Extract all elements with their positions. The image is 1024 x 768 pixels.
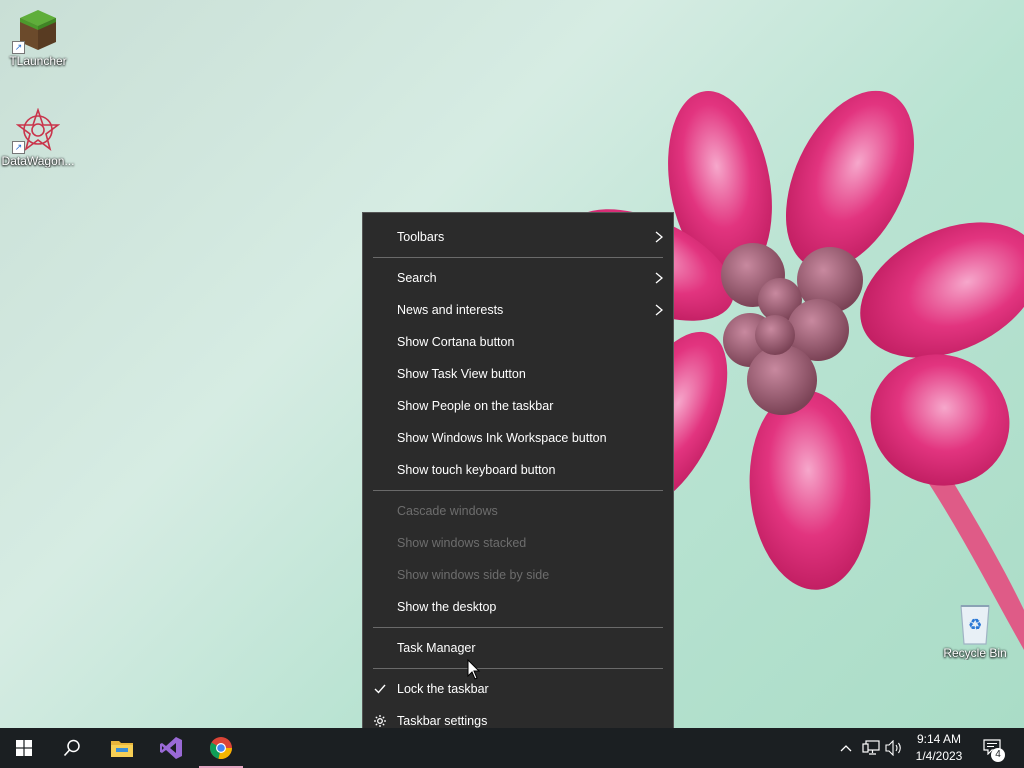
menu-item-label: News and interests [397, 303, 504, 317]
clock-time: 9:14 AM [916, 732, 962, 746]
menu-item-label: Task Manager [397, 641, 476, 655]
clock[interactable]: 9:14 AM 1/4/2023 [905, 731, 973, 765]
menu-item-label: Show touch keyboard button [397, 463, 556, 477]
minecraft-grass-block-icon: ↗ [12, 8, 60, 54]
chevron-right-icon [655, 272, 663, 284]
menu-item-show-windows-side-by-side: Show windows side by side [363, 560, 673, 590]
menu-item-show-ink-workspace[interactable]: Show Windows Ink Workspace button [363, 423, 673, 453]
network-wired-icon [862, 740, 880, 755]
menu-item-label: Toolbars [397, 230, 445, 244]
start-icon [16, 740, 32, 756]
menu-item-label: Show People on the taskbar [397, 399, 554, 413]
start-button[interactable] [0, 728, 48, 768]
menu-item-show-desktop[interactable]: Show the desktop [363, 592, 673, 622]
menu-separator [373, 490, 663, 491]
menu-item-show-task-view[interactable]: Show Task View button [363, 359, 673, 389]
volume-button[interactable] [884, 728, 904, 768]
menu-item-label: Show Task View button [397, 367, 526, 381]
menu-item-toolbars[interactable]: Toolbars [363, 222, 673, 252]
menu-item-cascade-windows: Cascade windows [363, 496, 673, 526]
menu-item-task-manager[interactable]: Task Manager [363, 633, 673, 663]
menu-separator [373, 257, 663, 258]
menu-separator [373, 627, 663, 628]
clock-date: 1/4/2023 [915, 749, 963, 763]
datawagon-logo-icon: ↗ [12, 107, 61, 154]
menu-item-label: Show Windows Ink Workspace button [397, 431, 607, 445]
desktop-icon-datawagon[interactable]: ↗ DataWagon... [0, 107, 76, 168]
search-icon [63, 739, 80, 757]
menu-item-label: Show Cortana button [397, 335, 515, 349]
checkmark-icon [374, 684, 386, 694]
network-status-button[interactable] [860, 728, 882, 768]
mouse-cursor-icon [467, 659, 481, 680]
notification-count-badge: 4 [991, 748, 1005, 762]
file-explorer-button[interactable] [98, 728, 146, 768]
menu-item-search[interactable]: Search [363, 263, 673, 293]
taskbar-context-menu: Toolbars Search News and interests Show … [362, 212, 674, 745]
menu-item-news-and-interests[interactable]: News and interests [363, 295, 673, 325]
chevron-right-icon [655, 231, 663, 243]
menu-separator [373, 668, 663, 669]
desktop-icon-recycle-bin[interactable]: ♻ Recycle Bin [937, 600, 1013, 660]
show-hidden-icons-button[interactable] [836, 728, 856, 768]
file-explorer-icon [111, 741, 133, 757]
recycle-bin-icon: ♻ [953, 600, 997, 645]
desktop-icon-label: DataWagon... [1, 154, 75, 168]
chrome-icon [210, 737, 232, 759]
menu-item-lock-taskbar[interactable]: Lock the taskbar [363, 674, 673, 704]
menu-item-label: Show windows side by side [397, 568, 550, 582]
desktop-icon-label: Recycle Bin [943, 646, 1007, 660]
menu-item-label: Search [397, 271, 437, 285]
speaker-icon [885, 740, 901, 756]
svg-text:♻: ♻ [968, 615, 982, 634]
chevron-right-icon [655, 304, 663, 316]
menu-item-show-touch-keyboard[interactable]: Show touch keyboard button [363, 455, 673, 485]
desktop-icon-label: TLauncher [9, 54, 67, 68]
menu-item-show-people[interactable]: Show People on the taskbar [363, 391, 673, 421]
chrome-button[interactable] [197, 728, 245, 768]
visual-studio-icon [160, 737, 182, 759]
taskbar[interactable]: 9:14 AM 1/4/2023 [0, 728, 1024, 768]
chevron-up-icon [840, 745, 852, 752]
menu-item-show-cortana[interactable]: Show Cortana button [363, 327, 673, 357]
menu-item-show-windows-stacked: Show windows stacked [363, 528, 673, 558]
menu-item-label: Show the desktop [397, 600, 497, 614]
visual-studio-button[interactable] [147, 728, 195, 768]
desktop-icon-tlauncher[interactable]: ↗ TLauncher [0, 8, 76, 68]
gear-icon [374, 715, 386, 727]
search-button[interactable] [48, 728, 96, 768]
menu-item-label: Cascade windows [397, 504, 498, 518]
menu-item-label: Show windows stacked [397, 536, 527, 550]
